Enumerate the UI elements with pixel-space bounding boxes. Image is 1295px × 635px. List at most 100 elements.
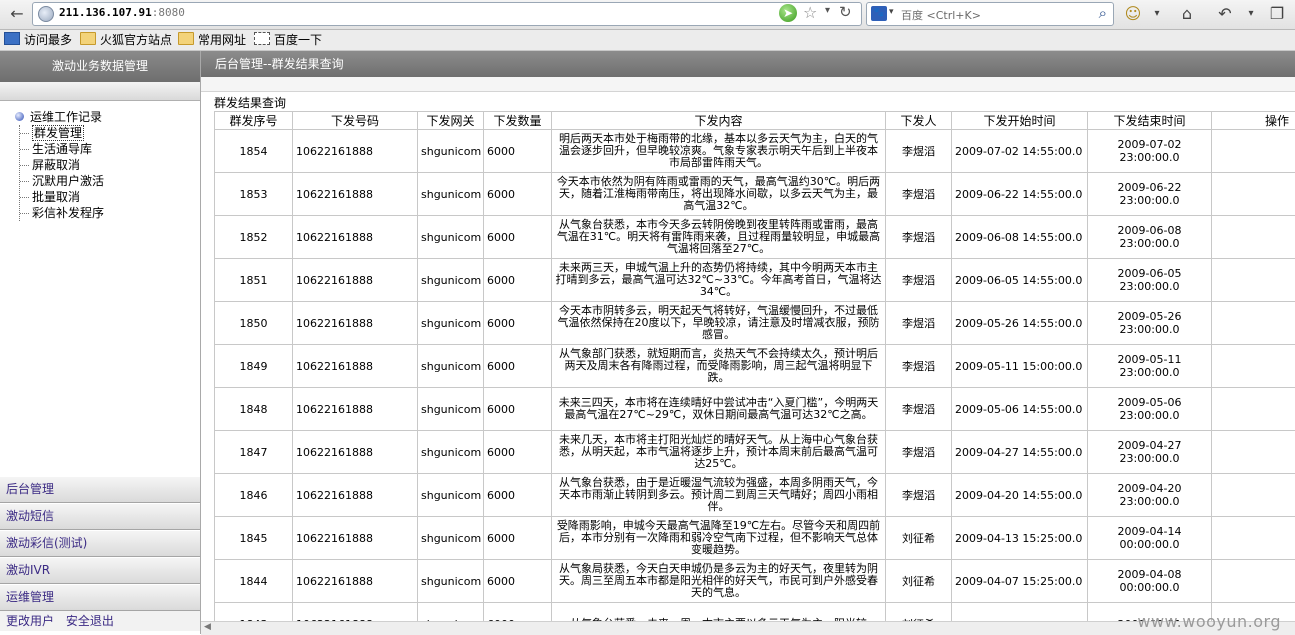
- accordion-mms-test[interactable]: 激动彩信(测试): [0, 530, 200, 557]
- change-user-link[interactable]: 更改用户: [6, 614, 54, 628]
- cell-content: 今天本市依然为阴有阵雨或雷雨的天气，最高气温约30℃。明后两天，随着江淮梅雨带南…: [552, 173, 886, 216]
- cell-action[interactable]: [1212, 388, 1295, 431]
- cell-action[interactable]: [1212, 130, 1295, 173]
- cell-number: 10622161888: [293, 216, 418, 259]
- cell-start-time: 2009-04-07 15:25:00.0: [952, 560, 1088, 603]
- cell-seq: 1849: [215, 345, 293, 388]
- cell-action[interactable]: [1212, 259, 1295, 302]
- bookmark-most-visited[interactable]: 访问最多: [4, 32, 72, 48]
- cell-end-time: 2009-06-05 23:00:00.0: [1088, 259, 1212, 302]
- sidebar-accordion: 后台管理 激动短信 激动彩信(测试) 激动IVR 运维管理 更改用户 安全退出: [0, 476, 200, 631]
- addon-dropdown-icon[interactable]: ▾: [1146, 4, 1168, 24]
- tree-item-batch-cancel[interactable]: 批量取消: [20, 189, 104, 205]
- folder-icon: [80, 32, 96, 45]
- cell-sender: 刘征希: [886, 560, 952, 603]
- search-placeholder: <Ctrl+K>: [927, 9, 981, 22]
- cell-end-time: 2009-06-22 23:00:00.0: [1088, 173, 1212, 216]
- cell-end-time: 2009-05-11 23:00:00.0: [1088, 345, 1212, 388]
- section-title: 群发结果查询: [214, 94, 286, 111]
- bookmark-star-icon[interactable]: ☆: [803, 3, 817, 22]
- cell-action[interactable]: [1212, 474, 1295, 517]
- cell-content: 明后两天本市处于梅雨带的北缘，基本以多云天气为主，白天的气温会逐步回升，但早晚较…: [552, 130, 886, 173]
- cell-start-time: 2009-04-27 14:55:00.0: [952, 431, 1088, 474]
- bookmark-common-sites[interactable]: 常用网址: [178, 32, 246, 48]
- page-icon: [254, 32, 270, 45]
- go-icon[interactable]: ➤: [779, 4, 797, 22]
- cell-count: 6000: [484, 345, 552, 388]
- search-box[interactable]: 🐾 ▾ 百度 <Ctrl+K> ⌕: [866, 2, 1114, 26]
- cell-content: 受降雨影响，申城今天最高气温降至19℃左右。尽管今天和周四前后，本市分别有一次降…: [552, 517, 886, 560]
- cell-content: 从气象台获悉，由于是近暖湿气流较为强盛，本周多阴雨天气，今天本市雨渐止转阴到多云…: [552, 474, 886, 517]
- cell-end-time: 2009-04-20 23:00:00.0: [1088, 474, 1212, 517]
- cell-action[interactable]: [1212, 431, 1295, 474]
- table-row: 184710622161888shgunicom6000未来几天，本市将主打阳光…: [215, 431, 1295, 474]
- cell-action[interactable]: [1212, 173, 1295, 216]
- tree-root-icon: [15, 112, 24, 121]
- cell-action[interactable]: [1212, 345, 1295, 388]
- cell-content: 从气象台获悉，本市今天多云转阴傍晚到夜里转阵雨或雷雨，最高气温在31℃。明天将有…: [552, 216, 886, 259]
- cell-count: 6000: [484, 474, 552, 517]
- tree-item-mms-resend[interactable]: 彩信补发程序: [20, 205, 104, 221]
- accordion-ops[interactable]: 运维管理: [0, 584, 200, 611]
- cell-seq: 1845: [215, 517, 293, 560]
- globe-icon: [38, 6, 54, 22]
- user-links: 更改用户 安全退出: [0, 611, 200, 631]
- cell-seq: 1852: [215, 216, 293, 259]
- cell-end-time: 2009-04-08 00:00:00.0: [1088, 560, 1212, 603]
- addon-icon[interactable]: ☺: [1122, 4, 1144, 24]
- table-row: 184510622161888shgunicom6000受降雨影响，申城今天最高…: [215, 517, 1295, 560]
- accordion-ivr[interactable]: 激动IVR: [0, 557, 200, 584]
- cell-gateway: shgunicom: [418, 345, 484, 388]
- cell-sender: 李煜滔: [886, 431, 952, 474]
- search-icon[interactable]: ⌕: [1099, 4, 1107, 22]
- tree-root[interactable]: 运维工作记录: [14, 109, 104, 125]
- cell-gateway: shgunicom: [418, 560, 484, 603]
- cell-gateway: shgunicom: [418, 259, 484, 302]
- tree-item-group-send[interactable]: 群发管理: [20, 125, 104, 141]
- table-row: 185210622161888shgunicom6000从气象台获悉，本市今天多…: [215, 216, 1295, 259]
- cell-action[interactable]: [1212, 517, 1295, 560]
- table-row: 185110622161888shgunicom6000未来两三天，申城气温上升…: [215, 259, 1295, 302]
- engine-dropdown-icon[interactable]: ▾: [889, 7, 894, 17]
- history-dropdown-icon[interactable]: ▾: [825, 5, 830, 16]
- col-end-time: 下发结束时间: [1088, 112, 1212, 130]
- bookmark-firefox-site[interactable]: 火狐官方站点: [80, 32, 172, 48]
- browser-toolbar: ← 211.136.107.91:8080 ➤ ☆ ▾ ↻ 🐾 ▾ 百度 <Ct…: [0, 0, 1295, 30]
- undo-icon[interactable]: ↶: [1214, 4, 1236, 24]
- accordion-sms[interactable]: 激动短信: [0, 503, 200, 530]
- cell-end-time: 2009-05-26 23:00:00.0: [1088, 302, 1212, 345]
- reload-icon[interactable]: ↻: [839, 3, 852, 21]
- cell-number: 10622161888: [293, 474, 418, 517]
- cell-seq: 1851: [215, 259, 293, 302]
- sidebar-title: 激动业务数据管理: [0, 51, 200, 82]
- accordion-backend[interactable]: 后台管理: [0, 476, 200, 503]
- logout-link[interactable]: 安全退出: [66, 614, 114, 628]
- crop-icon[interactable]: ❐: [1266, 4, 1288, 24]
- tree-item-activate-silent[interactable]: 沉默用户激活: [20, 173, 104, 189]
- col-action: 操作: [1212, 112, 1295, 130]
- undo-dropdown-icon[interactable]: ▾: [1240, 4, 1262, 24]
- results-table: 群发序号 下发号码 下发网关 下发数量 下发内容 下发人 下发开始时间 下发结束…: [214, 111, 1295, 621]
- cell-seq: 1847: [215, 431, 293, 474]
- cell-number: 10622161888: [293, 130, 418, 173]
- bookmark-baidu[interactable]: 百度一下: [254, 32, 322, 48]
- cell-sender: 李煜滔: [886, 302, 952, 345]
- tree-item-life-library[interactable]: 生活通导库: [20, 141, 104, 157]
- address-bar[interactable]: 211.136.107.91:8080 ➤ ☆ ▾ ↻: [32, 2, 862, 26]
- home-icon[interactable]: ⌂: [1176, 4, 1198, 24]
- cell-action[interactable]: [1212, 302, 1295, 345]
- table-row: 184810622161888shgunicom6000未来三四天，本市将在连续…: [215, 388, 1295, 431]
- scroll-left-icon[interactable]: ◀: [204, 622, 211, 632]
- back-arrow-icon[interactable]: ←: [6, 4, 28, 24]
- cell-end-time: 2009-04-14 00:00:00.0: [1088, 517, 1212, 560]
- search-engine-icon[interactable]: 🐾: [871, 6, 887, 21]
- cell-number: 10622161888: [293, 388, 418, 431]
- watermark: www.wooyun.org: [1137, 612, 1281, 631]
- horizontal-scrollbar[interactable]: ◀: [201, 621, 1295, 635]
- cell-action[interactable]: [1212, 216, 1295, 259]
- cell-action[interactable]: [1212, 560, 1295, 603]
- col-count: 下发数量: [484, 112, 552, 130]
- tree-item-unblock[interactable]: 屏蔽取消: [20, 157, 104, 173]
- cell-sender: 李煜滔: [886, 345, 952, 388]
- cell-count: 6000: [484, 431, 552, 474]
